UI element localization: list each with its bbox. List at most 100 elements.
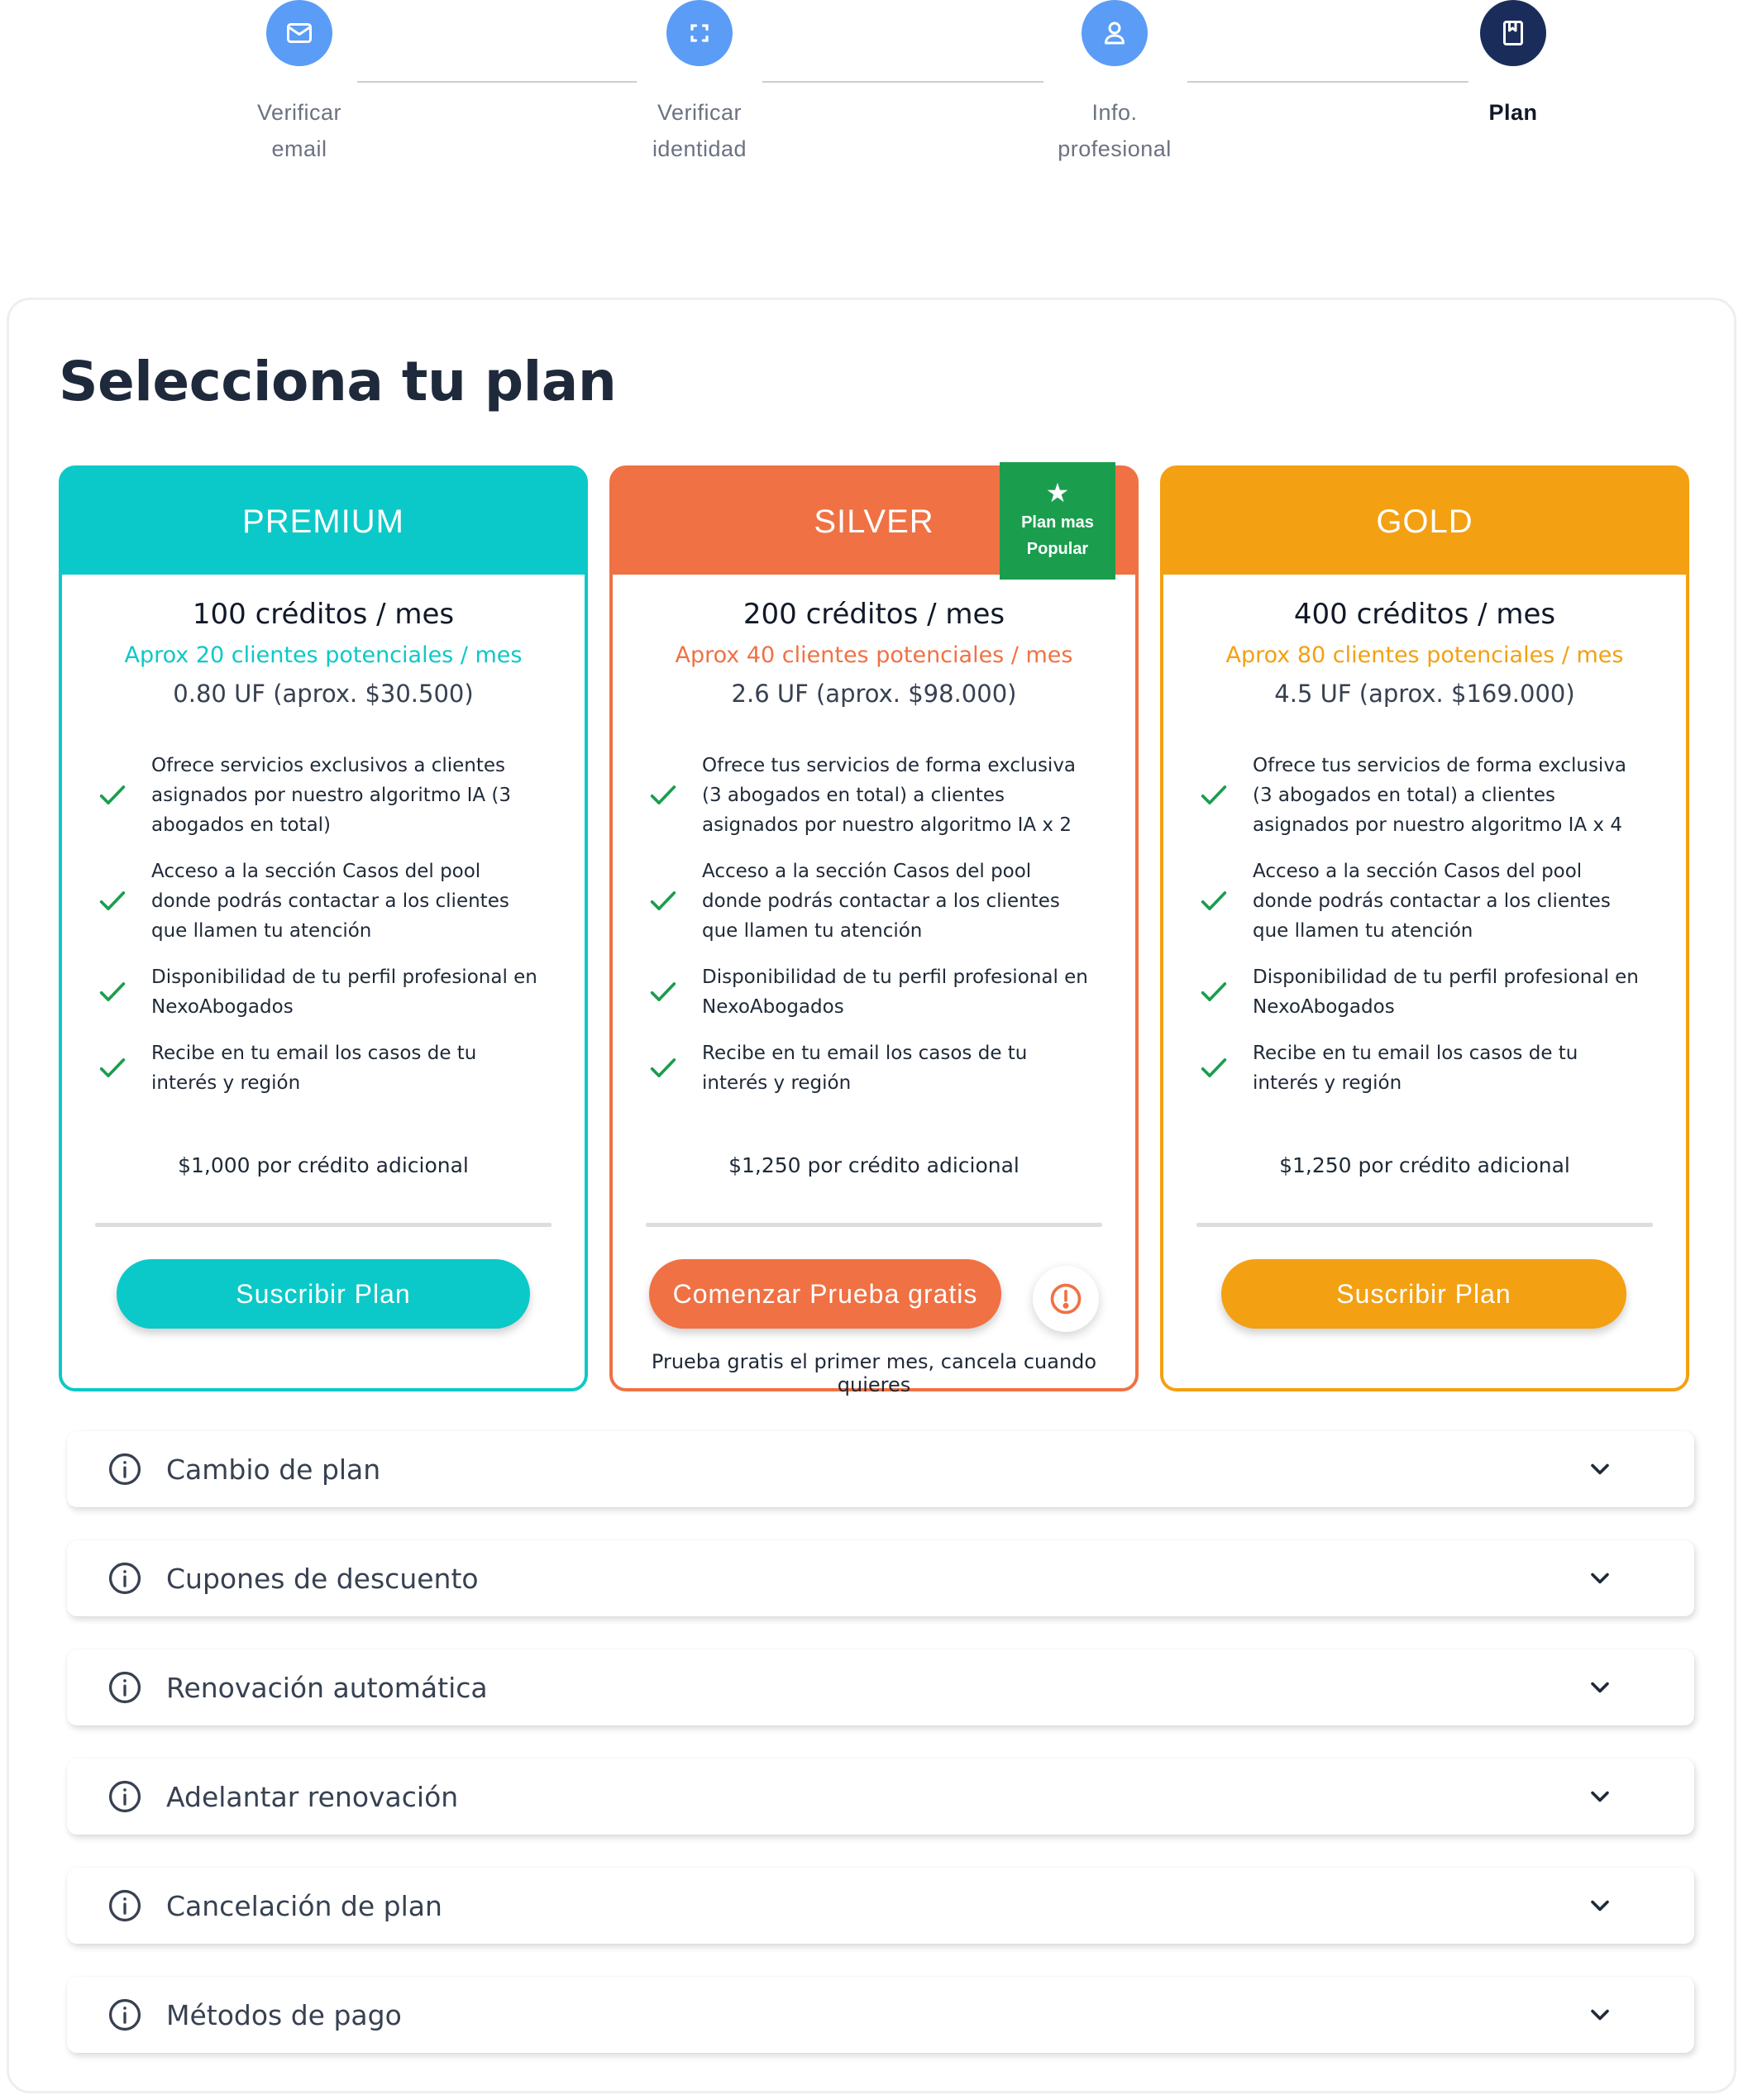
plan-card-gold: GOLD 400 créditos / mes Aprox 80 cliente… [1160,465,1689,1391]
feature-item: Acceso a la sección Casos del pool donde… [1193,857,1645,946]
subscribe-gold-button[interactable]: Suscribir Plan [1221,1259,1626,1329]
chevron-down-icon[interactable] [1585,2000,1615,2030]
feature-text: Recibe en tu email los casos de tu inter… [1253,1043,1578,1094]
page-title: Selecciona tu plan [59,350,617,413]
step-label: Verificar email [256,100,342,161]
accordion-title: Cambio de plan [166,1453,381,1486]
faq-plan-change[interactable]: Cambio de plan [67,1431,1694,1507]
accordion-title: Cancelación de plan [166,1889,442,1922]
faq-payment-methods[interactable]: Métodos de pago [67,1977,1694,2053]
check-icon [642,779,684,812]
info-icon [107,1888,143,1924]
feature-text: Acceso a la sección Casos del pool donde… [1253,861,1611,942]
bookmark-icon [1480,0,1546,66]
plan-clients: Aprox 80 clientes potenciales / mes [1225,642,1624,668]
feature-item: Disponibilidad de tu perfil profesional … [642,962,1094,1022]
feature-item: Disponibilidad de tu perfil profesional … [92,962,543,1022]
check-icon [92,885,133,918]
extra-credit-price: $1,250 por crédito adicional [728,1153,1020,1177]
plan-card-premium: PREMIUM 100 créditos / mes Aprox 20 clie… [59,465,588,1391]
plan-name: PREMIUM [62,469,585,575]
faq-discount-coupons[interactable]: Cupones de descuento [67,1540,1694,1616]
feature-item: Acceso a la sección Casos del pool donde… [642,857,1094,946]
popular-badge: ★ Plan mas Popular [1000,462,1115,580]
accordion-title: Renovación automática [166,1671,488,1704]
scan-icon [666,0,733,66]
plan-selection-card: Selecciona tu plan PREMIUM 100 créditos … [7,298,1736,2093]
check-icon [642,976,684,1009]
feature-text: Ofrece tus servicios de forma exclusiva … [702,755,1077,836]
divider [95,1223,552,1227]
info-icon [107,1560,143,1596]
feature-item: Recibe en tu email los casos de tu inter… [1193,1038,1645,1098]
faq-plan-cancellation[interactable]: Cancelación de plan [67,1868,1694,1944]
mail-icon [266,0,332,66]
step-label: Plan [1488,100,1538,125]
chevron-down-icon[interactable] [1585,1891,1615,1921]
plan-credits: 100 créditos / mes [192,598,455,631]
check-icon [642,1052,684,1085]
check-icon [1193,1052,1234,1085]
feature-item: Acceso a la sección Casos del pool donde… [92,857,543,946]
check-icon [1193,779,1234,812]
chevron-down-icon[interactable] [1585,1454,1615,1484]
step-label: Verificar identidad [652,100,747,161]
accordion-title: Adelantar renovación [166,1780,459,1813]
step-verify-email[interactable]: Verificar email [192,0,407,167]
star-icon: ★ [1045,478,1070,508]
plan-credits: 200 créditos / mes [743,598,1005,631]
feature-item: Recibe en tu email los casos de tu inter… [642,1038,1094,1098]
info-icon [107,1997,143,2033]
step-plan[interactable]: Plan [1406,0,1621,131]
alert-icon [1050,1283,1082,1315]
feature-list: Ofrece servicios exclusivos a clientes a… [62,751,585,1098]
chevron-down-icon[interactable] [1585,1782,1615,1811]
plan-credits: 400 créditos / mes [1293,598,1556,631]
feature-item: Recibe en tu email los casos de tu inter… [92,1038,543,1098]
chevron-down-icon[interactable] [1585,1563,1615,1593]
check-icon [1193,885,1234,918]
check-icon [642,885,684,918]
feature-text: Ofrece servicios exclusivos a clientes a… [151,755,512,836]
feature-item: Ofrece tus servicios de forma exclusiva … [1193,751,1645,840]
check-icon [1193,976,1234,1009]
plan-name: GOLD [1163,469,1686,575]
feature-text: Acceso a la sección Casos del pool donde… [702,861,1060,942]
trial-note: Prueba gratis el primer mes, cancela cua… [651,1350,1097,1396]
feature-text: Disponibilidad de tu perfil profesional … [702,966,1088,1018]
feature-text: Acceso a la sección Casos del pool donde… [151,861,509,942]
feature-item: Disponibilidad de tu perfil profesional … [1193,962,1645,1022]
accordion-title: Cupones de descuento [166,1562,479,1595]
step-label: Info. profesional [1058,100,1172,161]
divider [646,1223,1102,1227]
feature-text: Disponibilidad de tu perfil profesional … [1253,966,1639,1018]
plan-price: 4.5 UF (aprox. $169.000) [1274,680,1575,708]
feature-list: Ofrece tus servicios de forma exclusiva … [613,751,1135,1098]
feature-text: Disponibilidad de tu perfil profesional … [151,966,537,1018]
feature-text: Recibe en tu email los casos de tu inter… [702,1043,1028,1094]
plan-clients: Aprox 20 clientes potenciales / mes [124,642,523,668]
user-icon [1082,0,1148,66]
plan-price: 2.6 UF (aprox. $98.000) [731,680,1017,708]
faq-early-renewal[interactable]: Adelantar renovación [67,1759,1694,1835]
feature-text: Recibe en tu email los casos de tu inter… [151,1043,477,1094]
info-icon [107,1669,143,1706]
check-icon [92,1052,133,1085]
feature-item: Ofrece tus servicios de forma exclusiva … [642,751,1094,840]
progress-stepper: Verificar email Verificar identidad Info. p… [0,0,1743,198]
step-professional-info[interactable]: Info. profesional [1007,0,1222,167]
step-verify-identity[interactable]: Verificar identidad [592,0,807,167]
feature-item: Ofrece servicios exclusivos a clientes a… [92,751,543,840]
plan-clients: Aprox 40 clientes potenciales / mes [675,642,1073,668]
trial-info-button[interactable] [1033,1266,1099,1332]
feature-text: Ofrece tus servicios de forma exclusiva … [1253,755,1627,836]
check-icon [92,779,133,812]
subscribe-premium-button[interactable]: Suscribir Plan [117,1259,530,1329]
chevron-down-icon[interactable] [1585,1673,1615,1702]
extra-credit-price: $1,250 por crédito adicional [1279,1153,1570,1177]
faq-auto-renewal[interactable]: Renovación automática [67,1649,1694,1725]
start-free-trial-button[interactable]: Comenzar Prueba gratis [649,1259,1001,1329]
divider [1196,1223,1653,1227]
info-icon [107,1451,143,1487]
step-connector [762,81,1043,83]
